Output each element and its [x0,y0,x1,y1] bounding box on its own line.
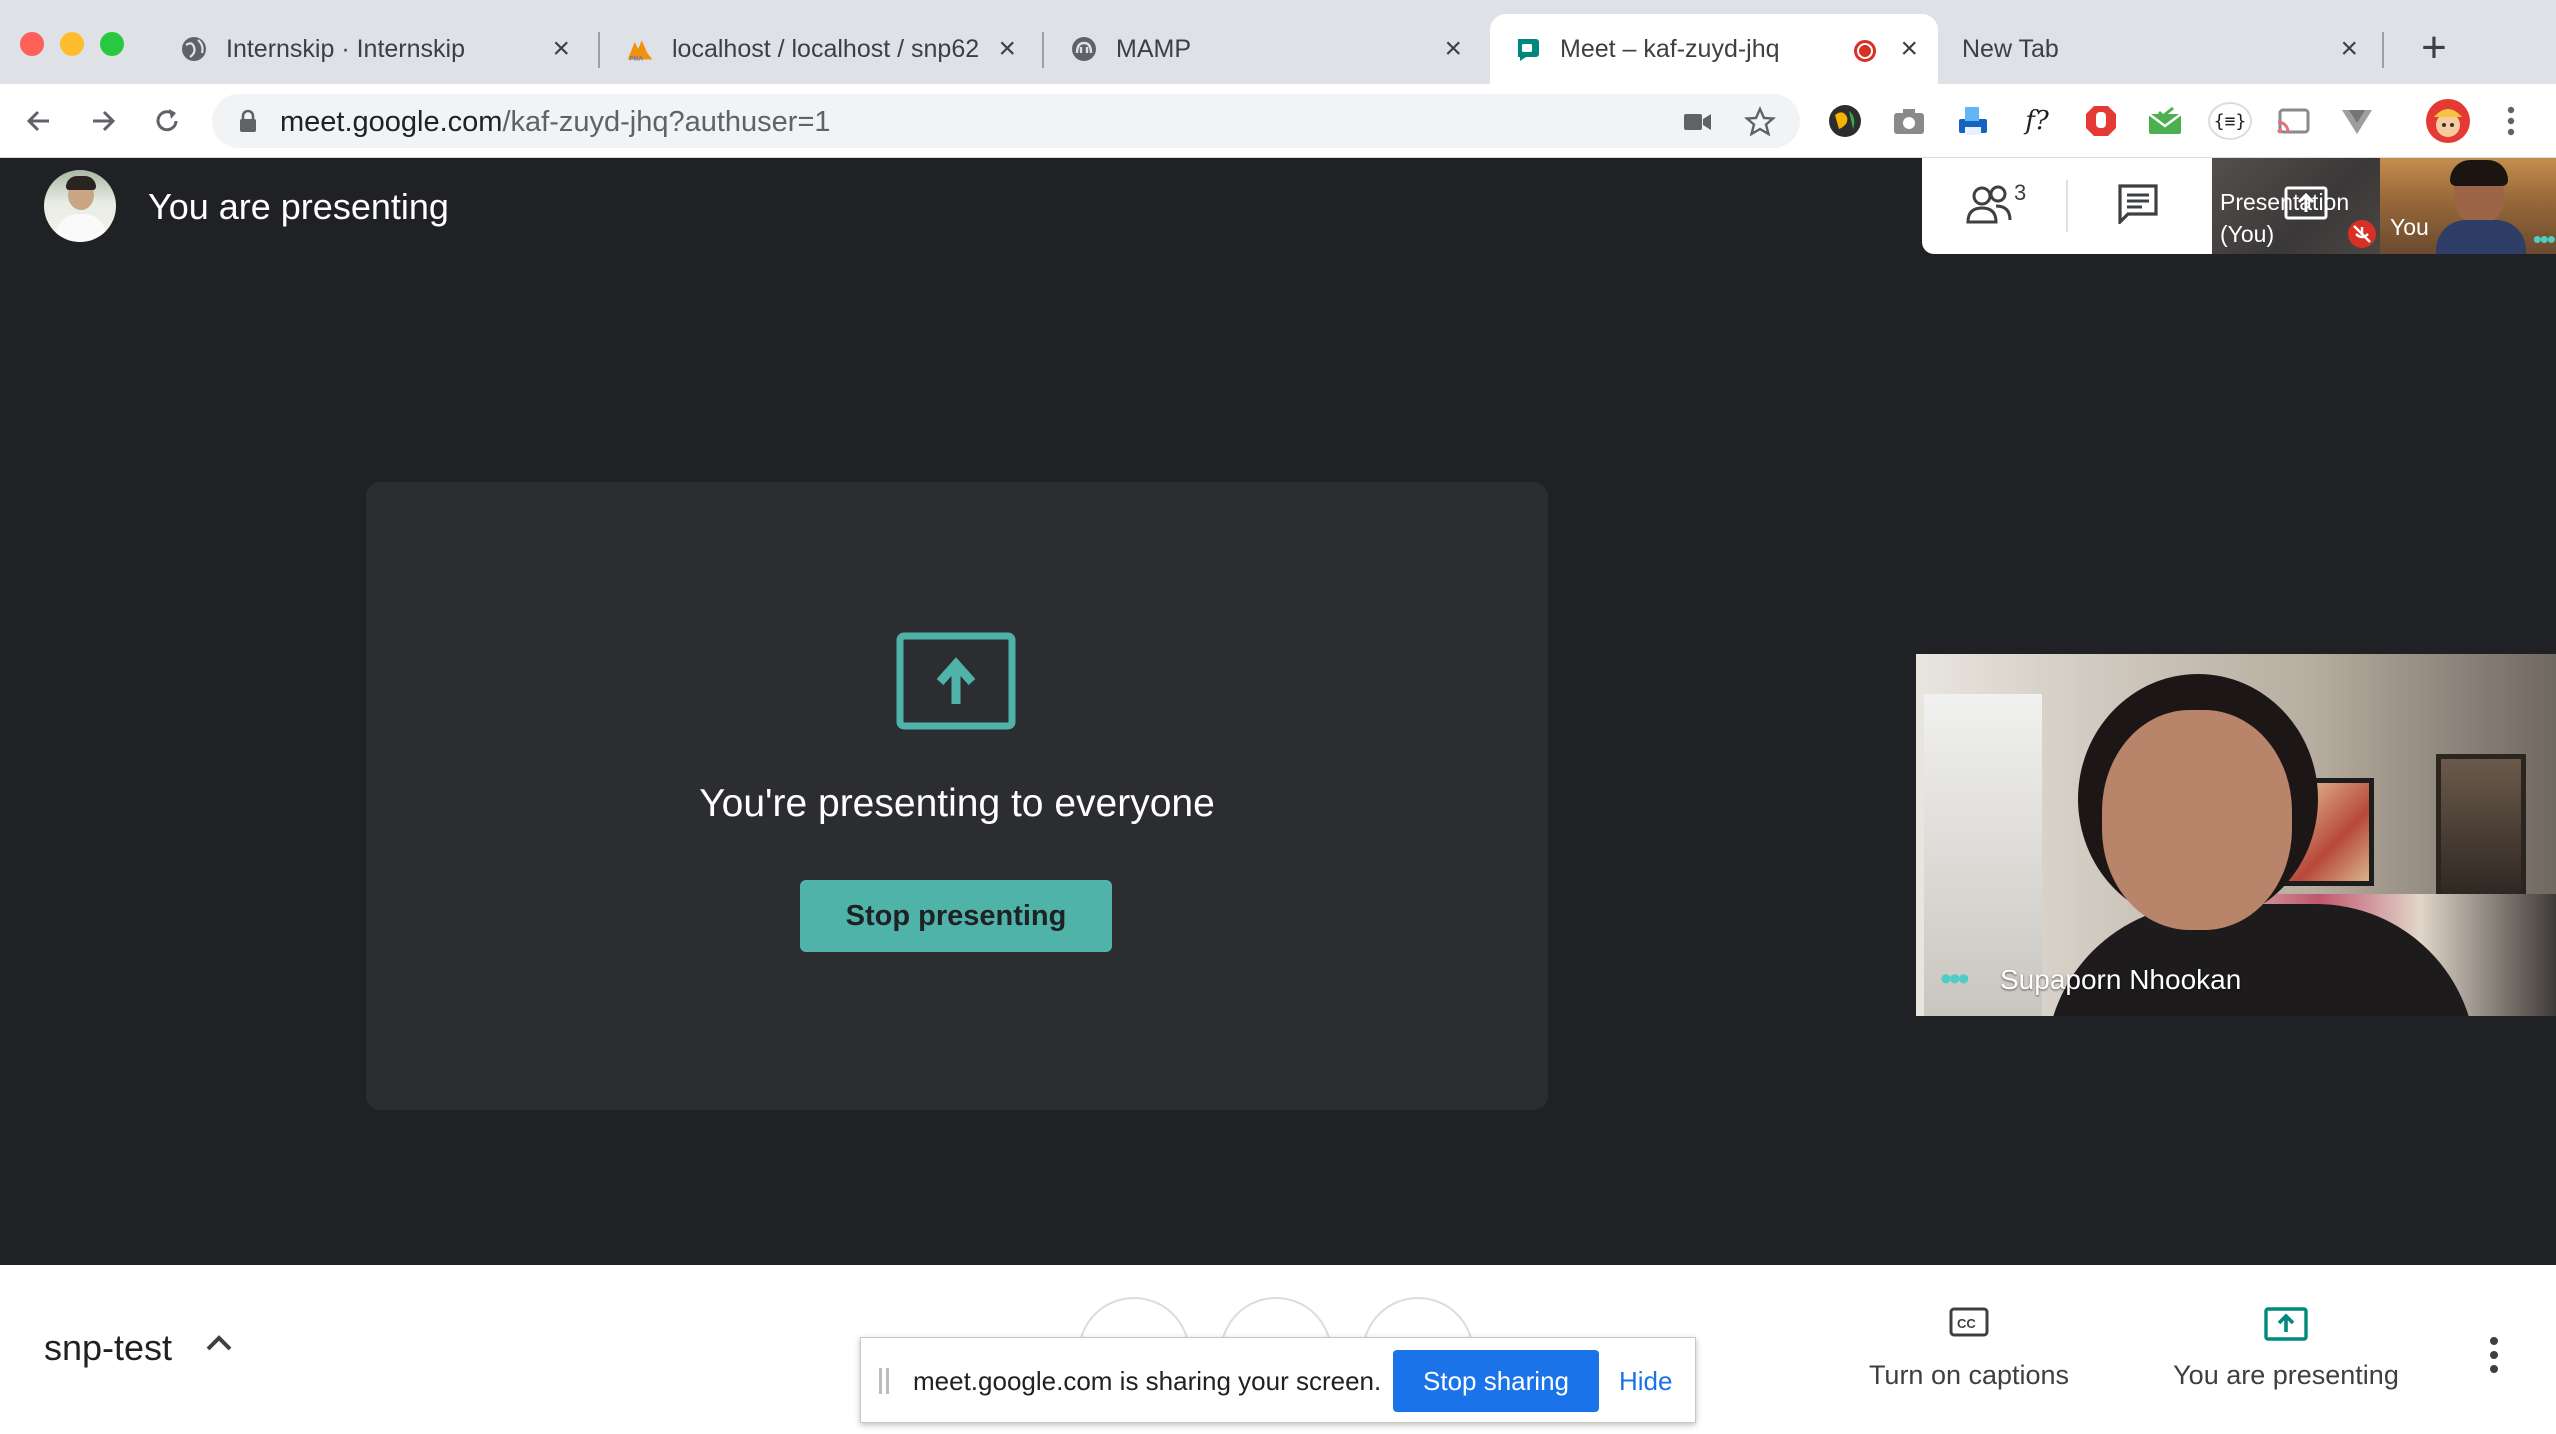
close-tab-icon[interactable]: × [1444,34,1462,64]
browser-menu-icon[interactable] [2492,102,2530,140]
tab-title: MAMP [1116,34,1191,63]
present-screen-icon [2284,186,2328,220]
participant-name: Supaporn Nhookan [2000,964,2242,995]
drag-handle-icon[interactable] [879,1368,889,1394]
printer-ext-icon[interactable] [1954,102,1992,140]
globe-ext-icon[interactable] [1826,102,1864,140]
tab-phpmyadmin[interactable]: PMA localhost / localhost / snp62 × [602,14,1036,84]
avatar [44,170,116,242]
tab-title: New Tab [1962,34,2059,63]
camera-in-use-icon[interactable] [1682,106,1714,138]
presentation-card: You're presenting to everyone Stop prese… [366,482,1548,1110]
profile-avatar-icon[interactable] [2426,99,2470,143]
presenting-label: You are presenting [2173,1360,2399,1390]
captions-label: Turn on captions [1868,1360,2070,1390]
close-tab-icon[interactable]: × [552,34,570,64]
people-count-badge: 3 [2014,180,2027,205]
tab-title: Internskip · Internskip [226,34,465,63]
closed-captions-icon: CC [1949,1307,1989,1337]
fx-ext-icon[interactable]: f? [2018,102,2056,140]
vue-ext-icon[interactable] [2338,102,2376,140]
camera-ext-icon[interactable] [1890,102,1928,140]
globe-icon [180,35,208,63]
thumbnail-label: You [2390,214,2429,240]
mic-off-icon [2348,220,2376,248]
browser-toolbar: meet.google.com/kaf-zuyd-jhq?authuser=1 … [0,84,2556,158]
maximize-window-button[interactable] [100,32,124,56]
meet-top-panel: 3 Presentation (You) You ••• [1922,158,2556,254]
participant-video-tile[interactable]: ••• Supaporn Nhookan [1916,654,2556,1016]
thumbnail-self-view[interactable]: You ••• [2380,158,2556,254]
reload-icon [156,109,178,132]
tab-internskip[interactable]: Internskip · Internskip × [156,14,590,84]
address-bar[interactable]: meet.google.com/kaf-zuyd-jhq?authuser=1 [212,94,1800,148]
sharing-status-text: meet.google.com is sharing your screen. [913,1366,1382,1396]
minimize-window-button[interactable] [60,32,84,56]
presenting-message: You're presenting to everyone [699,782,1215,825]
meet-icon [1514,35,1542,63]
cast-ext-icon[interactable] [2274,102,2312,140]
forward-button[interactable] [80,98,126,144]
mamp-icon [1070,35,1098,63]
url-text: meet.google.com/kaf-zuyd-jhq?authuser=1 [280,106,831,138]
screen-sharing-notification-bar: meet.google.com is sharing your screen. … [860,1337,1696,1423]
tab-title: localhost / localhost / snp62 [672,34,980,63]
back-button[interactable] [16,98,62,144]
divider [2066,180,2068,232]
close-tab-icon[interactable]: × [2340,34,2358,64]
chevron-up-icon[interactable] [204,1331,234,1353]
present-to-all-icon [2264,1307,2308,1341]
thumbnail-presentation[interactable]: Presentation (You) [2212,158,2380,254]
people-button[interactable] [1966,180,2046,232]
phpmyadmin-icon: PMA [626,35,654,63]
hide-link[interactable]: Hide [1619,1366,1672,1397]
chat-button[interactable] [2116,182,2168,232]
close-window-button[interactable] [20,32,44,56]
more-options-icon[interactable] [2478,1335,2510,1375]
reload-button[interactable] [144,98,190,144]
close-tab-icon[interactable]: × [1900,34,1918,64]
lock-icon [240,109,256,132]
meeting-name[interactable]: snp-test [44,1327,172,1369]
present-to-all-icon [896,632,1016,730]
captions-button[interactable]: CC Turn on captions [1854,1307,2084,1407]
json-ext-icon[interactable]: {≡} [2208,102,2252,140]
stop-presenting-button[interactable]: Stop presenting [800,880,1112,952]
tab-mamp[interactable]: MAMP × [1046,14,1482,84]
back-arrow-icon [26,110,49,132]
new-tab-button[interactable]: + [2410,24,2458,72]
tab-separator [2382,32,2384,68]
tab-new-tab[interactable]: New Tab × [1938,14,2378,84]
tab-separator [1042,32,1044,68]
forward-arrow-icon [93,110,116,132]
mail-ext-icon[interactable] [2146,102,2184,140]
svg-text:CC: CC [1957,1316,1976,1331]
present-now-button[interactable]: You are presenting [2166,1307,2406,1407]
bookmark-star-icon[interactable] [1744,106,1776,138]
tab-separator [598,32,600,68]
browser-tab-strip: Internskip · Internskip × PMA localhost … [0,0,2556,84]
close-tab-icon[interactable]: × [998,34,1016,64]
speaking-indicator-icon: ••• [1940,960,1970,998]
adblock-ext-icon[interactable] [2082,102,2120,140]
presenting-label: You are presenting [148,186,449,227]
chat-icon [2118,184,2158,226]
speaking-indicator-icon: ••• [2532,224,2556,254]
stop-sharing-button[interactable]: Stop sharing [1393,1350,1599,1412]
recording-indicator-icon [1854,40,1876,62]
tab-meet[interactable]: Meet – kaf-zuyd-jhq × [1490,14,1938,84]
svg-text:PMA: PMA [630,55,644,62]
